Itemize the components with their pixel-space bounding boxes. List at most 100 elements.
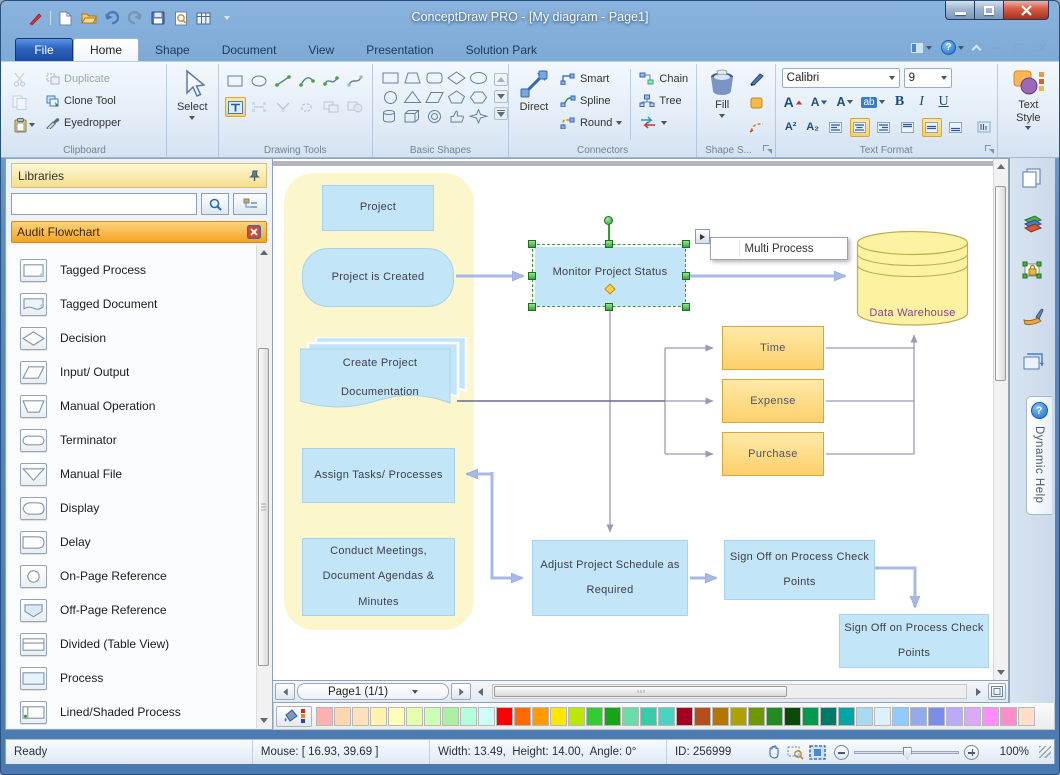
maximize-button[interactable] [975,1,1003,20]
shape-rectangle-icon[interactable] [381,71,401,88]
library-item[interactable]: Tagged Document [20,287,271,321]
resize-grip[interactable] [1039,746,1051,758]
smart-connector-button[interactable]: Smart [558,69,624,88]
dynamic-help-tab[interactable]: ? Dynamic Help [1026,396,1052,515]
palette-swatch[interactable] [658,707,675,726]
shape-donut-icon[interactable] [425,109,445,126]
subscript-button[interactable]: A₂ [804,118,822,137]
shape-circle-icon[interactable] [381,90,401,107]
palette-swatch[interactable] [370,707,387,726]
canvas-vscrollbar[interactable] [993,159,1008,680]
palette-swatch[interactable] [406,707,423,726]
smart-tooltip-button[interactable] [695,229,710,244]
align-bottom-icon[interactable] [946,118,966,137]
line-color-icon[interactable] [746,69,767,89]
palette-swatch[interactable] [892,707,909,726]
library-item[interactable]: Manual File [20,457,271,491]
rotate-handle[interactable] [604,216,613,225]
tree-connector-button[interactable]: Tree [637,91,690,110]
tab-document[interactable]: Document [206,38,293,61]
palette-swatch[interactable] [910,707,927,726]
zoom-out-button[interactable] [834,745,849,760]
shapes-more-icon[interactable] [494,107,508,120]
library-item[interactable]: Tagged Process [20,253,271,287]
cut-icon[interactable] [9,69,30,89]
palette-swatch[interactable] [442,707,459,726]
font-family-select[interactable]: Calibri [782,68,900,88]
draw-line-icon[interactable] [273,71,294,91]
pages-panel-icon[interactable] [1021,166,1045,190]
connector-points-icon[interactable] [249,97,270,117]
resize-handle[interactable] [605,303,613,311]
draw-curve-icon[interactable] [321,71,342,91]
page-select[interactable]: Page1 (1/1) [297,683,449,700]
resize-handle[interactable] [682,272,690,280]
group-shapes-icon[interactable] [321,97,342,117]
shrink-font-button[interactable]: A [809,93,831,112]
draw-ellipse-icon[interactable] [249,71,270,91]
next-page-button[interactable] [451,683,471,700]
shape-conduct-meetings[interactable]: Conduct Meetings, Document Agendas & Min… [302,538,455,616]
align-middle-icon[interactable] [922,118,942,137]
palette-swatch[interactable] [460,707,477,726]
palette-swatch[interactable] [928,707,945,726]
palette-swatch[interactable] [874,707,891,726]
qat-customize-icon[interactable] [218,10,235,27]
underline-button[interactable]: U [935,93,953,112]
grow-font-button[interactable]: A [782,93,805,112]
palette-swatch[interactable] [316,707,333,726]
drawing-canvas[interactable]: Project Project is Created Monitor Proje… [273,159,993,680]
resize-panel-icon[interactable] [1021,350,1045,374]
palette-swatch[interactable] [424,707,441,726]
canvas-scroll-thumb[interactable] [995,186,1006,381]
highlight-button[interactable]: ab [859,93,886,112]
canvas-hscroll-thumb[interactable] [494,686,787,697]
zoom-in-button[interactable] [964,745,979,760]
shape-hexagon-icon[interactable] [469,90,489,107]
library-item[interactable]: Terminator [20,423,271,457]
library-item[interactable]: Divided (Table View) [20,627,271,661]
shape-cube-icon[interactable] [403,109,423,126]
draw-bezier-icon[interactable] [345,71,366,91]
align-top-icon[interactable] [898,118,918,137]
draw-arc-icon[interactable] [297,71,318,91]
spline-connector-button[interactable]: Spline [558,91,624,110]
round-connector-button[interactable]: Round [558,113,624,132]
scroll-down-icon[interactable] [257,713,272,728]
shape-time[interactable]: Time [722,326,824,370]
save-icon[interactable] [149,10,166,27]
library-item[interactable]: Off-Page Reference [20,593,271,627]
tab-home[interactable]: Home [73,38,139,61]
font-color-button[interactable]: A [834,93,855,112]
new-document-icon[interactable] [57,10,74,27]
palette-swatch[interactable] [766,707,783,726]
collapse-ribbon-icon[interactable] [972,44,982,54]
search-icon[interactable] [201,193,229,215]
draw-rectangle-icon[interactable] [225,71,246,91]
resize-handle[interactable] [528,272,536,280]
shape-thumb-icon[interactable] [447,109,467,126]
library-scroll-thumb[interactable] [258,348,269,666]
palette-swatch[interactable] [640,707,657,726]
resize-handle[interactable] [605,240,613,248]
multi-process-tooltip[interactable]: Multi Process [710,237,848,260]
italic-button[interactable]: I [913,93,931,112]
zoom-area-icon[interactable] [784,742,806,762]
paste-button[interactable] [9,115,39,135]
select-button[interactable]: Select [173,67,212,122]
tab-shape[interactable]: Shape [139,38,206,61]
shape-rounded-rectangle-icon[interactable] [425,71,445,88]
library-item[interactable]: Display [20,491,271,525]
scroll-up-icon[interactable] [257,245,272,260]
fit-page-button[interactable] [988,683,1006,700]
font-size-select[interactable]: 9 [904,68,952,88]
table-icon[interactable] [195,10,212,27]
palette-swatch[interactable] [784,707,801,726]
palette-swatch[interactable] [604,707,621,726]
shape-pentagon-icon[interactable] [447,90,467,107]
doc-minimize-icon[interactable] [989,42,1003,54]
layers-panel-icon[interactable] [1021,212,1045,236]
canvas-scroll-down-icon[interactable] [994,665,1009,680]
split-node-icon[interactable] [273,97,294,117]
palette-swatch[interactable] [838,707,855,726]
